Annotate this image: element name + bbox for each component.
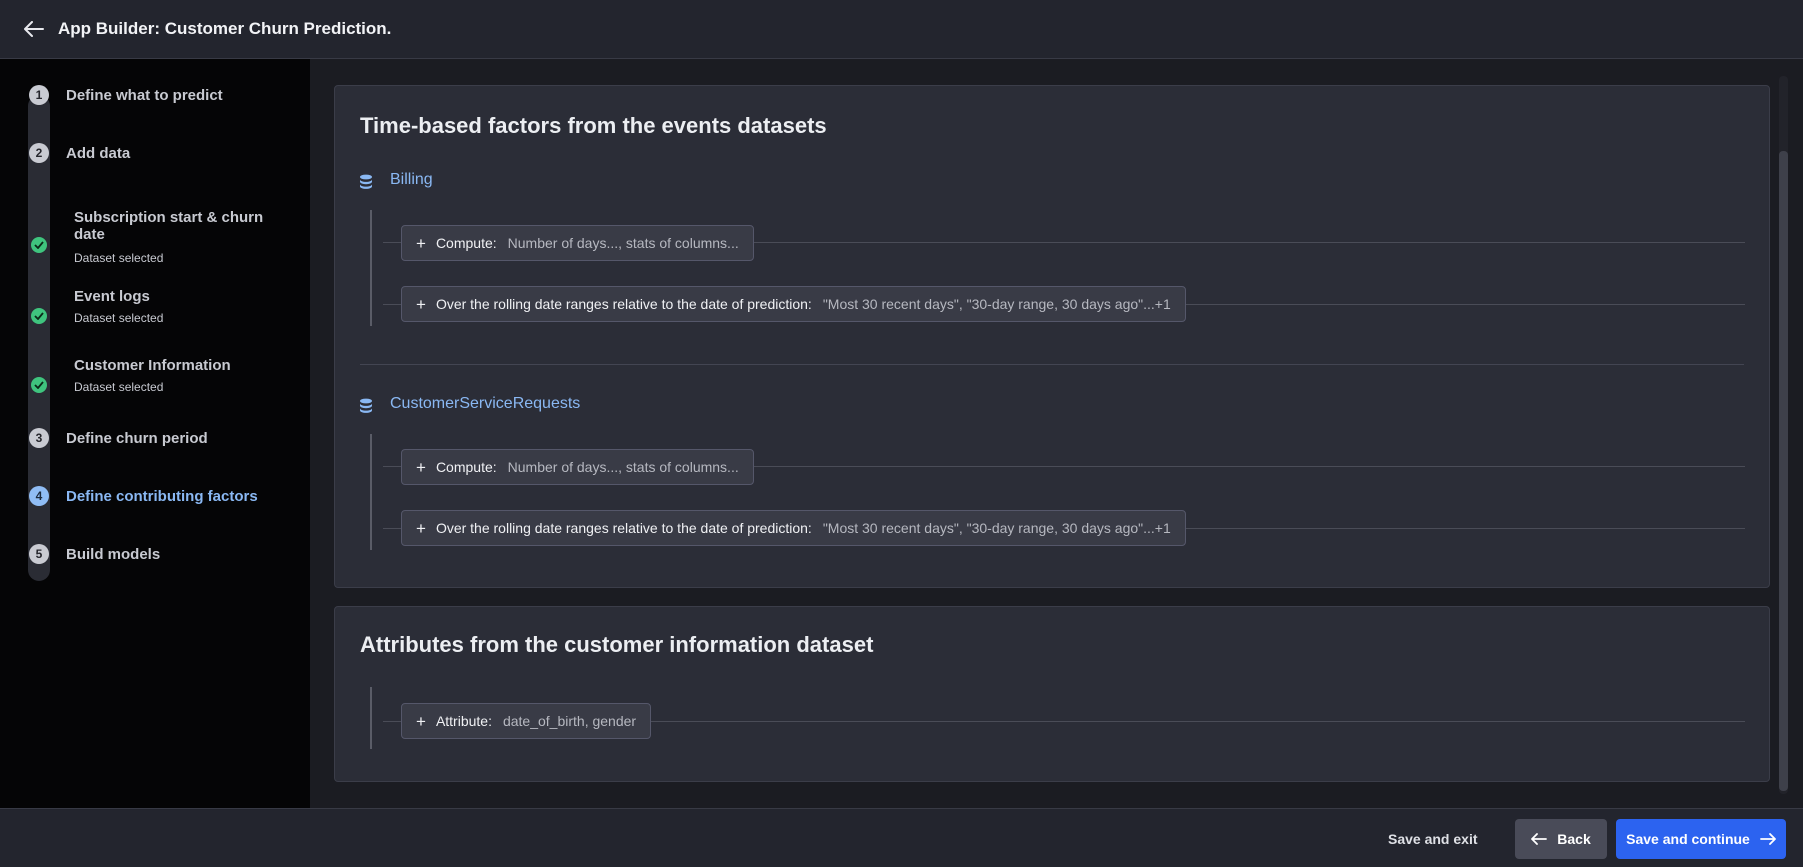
step-label: Define churn period (66, 429, 208, 447)
chip-key: Compute: (435, 235, 497, 251)
chip-key: Over the rolling date ranges relative to… (435, 296, 812, 312)
section-title: Time-based factors from the events datas… (360, 113, 827, 138)
section-divider (360, 364, 1744, 365)
tree-line (370, 434, 372, 550)
substep-event-logs[interactable]: Event logs Dataset selected (0, 288, 310, 328)
main-content: Time-based factors from the events datas… (310, 59, 1803, 808)
scrollbar-thumb[interactable] (1779, 151, 1788, 791)
substep-subscription-start[interactable]: Subscription start & churn date Dataset … (0, 209, 310, 265)
chip-value: Number of days..., stats of columns... (507, 459, 739, 475)
step-add-data[interactable]: 2 Add data (0, 141, 310, 165)
substep-title: Subscription start & churn date (74, 209, 264, 243)
tree-line (370, 210, 372, 326)
substep-status: Dataset selected (74, 380, 164, 394)
step-label: Build models (66, 545, 161, 563)
step-define-churn-period[interactable]: 3 Define churn period (0, 426, 310, 450)
save-and-exit-button[interactable]: Save and exit (1388, 831, 1478, 847)
time-factors-card: Time-based factors from the events datas… (334, 85, 1770, 588)
dataset-name-billing[interactable]: Billing (390, 171, 433, 189)
arrow-left-icon[interactable] (22, 17, 46, 41)
check-circle-icon (31, 237, 47, 253)
check-circle-icon (31, 377, 47, 393)
attributes-card: Attributes from the customer information… (334, 606, 1770, 782)
step-build-models[interactable]: 5 Build models (0, 542, 310, 566)
chip-key: Over the rolling date ranges relative to… (435, 520, 812, 536)
substep-customer-information[interactable]: Customer Information Dataset selected (0, 357, 310, 397)
chip-key: Compute: (435, 459, 497, 475)
database-icon (359, 174, 373, 190)
step-number: 5 (29, 544, 49, 564)
substep-status: Dataset selected (74, 251, 164, 265)
check-circle-icon (31, 308, 47, 324)
page-title: App Builder: Customer Churn Prediction. (58, 19, 392, 38)
step-number: 1 (29, 85, 49, 105)
plus-icon: + (416, 294, 426, 314)
date-range-chip[interactable]: + Over the rolling date ranges relative … (401, 510, 1186, 546)
compute-chip[interactable]: + Compute: Number of days..., stats of c… (401, 225, 754, 261)
chip-key: Attribute: (435, 713, 492, 729)
chip-value: "Most 30 recent days", "30-day range, 30… (822, 520, 1171, 536)
step-define-what-to-predict[interactable]: 1 Define what to predict (0, 83, 310, 107)
attribute-chip[interactable]: + Attribute: date_of_birth, gender (401, 703, 652, 739)
back-button[interactable]: Back (1515, 819, 1607, 859)
step-number: 2 (29, 143, 49, 163)
app-header: App Builder: Customer Churn Prediction. (0, 0, 1803, 59)
step-rail (28, 95, 50, 581)
back-button-label: Back (1557, 831, 1591, 847)
arrow-right-icon (1759, 833, 1776, 845)
plus-icon: + (416, 457, 426, 477)
database-icon (359, 398, 373, 414)
date-range-chip[interactable]: + Over the rolling date ranges relative … (401, 286, 1186, 322)
chip-value: Number of days..., stats of columns... (507, 235, 739, 251)
arrow-left-icon (1531, 833, 1548, 845)
substep-status: Dataset selected (74, 311, 164, 325)
wizard-sidebar: 1 Define what to predict 2 Add data Subs… (0, 59, 310, 808)
substep-title: Event logs (74, 288, 150, 305)
footer-bar: Save and exit Back Save and continue (0, 808, 1803, 867)
section-title: Attributes from the customer information… (360, 632, 874, 657)
plus-icon: + (416, 711, 426, 731)
substep-title: Customer Information (74, 357, 231, 374)
step-label: Add data (66, 144, 131, 162)
compute-chip[interactable]: + Compute: Number of days..., stats of c… (401, 449, 754, 485)
step-label: Define contributing factors (66, 487, 258, 505)
step-label: Define what to predict (66, 86, 223, 104)
scrollbar[interactable] (1779, 76, 1788, 794)
step-define-contributing-factors[interactable]: 4 Define contributing factors (0, 484, 310, 508)
plus-icon: + (416, 518, 426, 538)
dataset-name-customer-service-requests[interactable]: CustomerServiceRequests (390, 395, 580, 413)
tree-line (370, 687, 372, 749)
step-number: 4 (29, 486, 49, 506)
chip-value: date_of_birth, gender (502, 713, 637, 729)
plus-icon: + (416, 233, 426, 253)
save-and-continue-label: Save and continue (1626, 831, 1750, 847)
chip-value: "Most 30 recent days", "30-day range, 30… (822, 296, 1171, 312)
save-and-continue-button[interactable]: Save and continue (1616, 819, 1786, 859)
step-number: 3 (29, 428, 49, 448)
